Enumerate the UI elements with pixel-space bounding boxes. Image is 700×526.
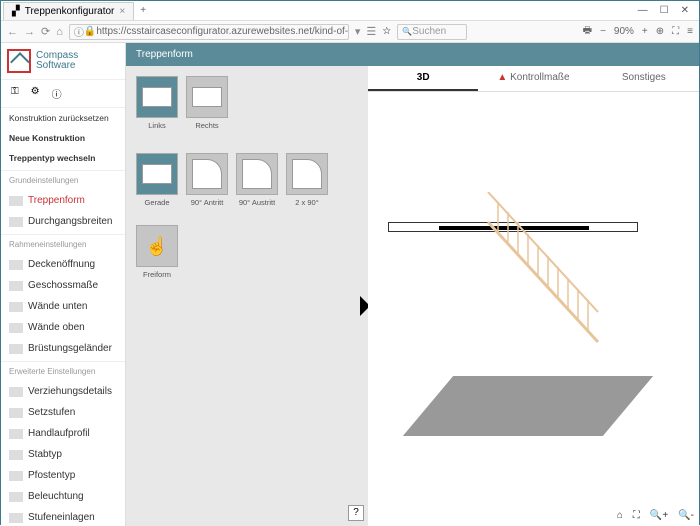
sidebar-inlay[interactable]: Stufeneinlagen (1, 507, 125, 526)
width-icon (9, 217, 23, 227)
reader-icon[interactable]: ☰ (366, 25, 376, 38)
wall-icon (9, 323, 23, 333)
shape-panel: Links Rechts Gerade 90° Antritt 90° Aust… (126, 66, 366, 526)
sidebar-warp[interactable]: Verziehungsdetails (1, 381, 125, 402)
tab-close-icon[interactable]: × (119, 6, 125, 17)
shape-gerade[interactable] (136, 153, 178, 195)
menu-icon[interactable]: ≡ (687, 26, 693, 37)
balustrade-icon (9, 344, 23, 354)
tab-control[interactable]: ▲ Kontrollmaße (478, 66, 588, 91)
sidebar-baluster[interactable]: Stabtyp (1, 444, 125, 465)
info-icon[interactable]: ⓘ (52, 86, 62, 101)
help-button[interactable]: ? (348, 505, 364, 521)
staircase-3d (428, 192, 628, 392)
warp-icon (9, 387, 23, 397)
dropdown-icon[interactable]: ▾ (355, 25, 361, 38)
logo: CompassSoftware (1, 43, 125, 80)
sidebar-new[interactable]: Neue Konstruktion (1, 128, 125, 148)
key-icon[interactable]: ⚿ (11, 86, 19, 101)
plus-icon[interactable]: + (642, 26, 648, 37)
tab-title: Treppenkonfigurator (25, 6, 115, 17)
minus-icon[interactable]: − (600, 26, 606, 37)
maximize-icon[interactable]: ☐ (660, 5, 669, 16)
home-icon[interactable]: ⌂ (56, 26, 63, 38)
3d-canvas[interactable]: ? ⌂ ⛶ 🔍+ 🔍- (368, 92, 699, 526)
inlay-icon (9, 513, 23, 523)
star-icon[interactable]: ☆ (382, 26, 391, 37)
wall-icon (9, 302, 23, 312)
tab-other[interactable]: Sonstiges (589, 66, 699, 91)
riser-icon (9, 408, 23, 418)
info-icon: ⓘ (74, 24, 84, 39)
section-frame: Rahmeneinstellungen (1, 234, 125, 254)
back-icon[interactable]: ← (7, 26, 18, 38)
reload-icon[interactable]: ⟳ (41, 25, 50, 38)
sidebar-ceiling[interactable]: Deckenöffnung (1, 254, 125, 275)
url-text: https://csstaircaseconfigurator.azureweb… (96, 26, 349, 37)
floor-icon (9, 281, 23, 291)
sidebar-change-type[interactable]: Treppentyp wechseln (1, 148, 125, 168)
gear-icon[interactable]: ⚙ (31, 86, 40, 101)
light-icon (9, 492, 23, 502)
sidebar-light[interactable]: Beleuchtung (1, 486, 125, 507)
compass-logo-icon (7, 49, 31, 73)
print-icon[interactable]: 🖶 (583, 23, 592, 40)
sidebar: CompassSoftware ⚿ ⚙ ⓘ Konstruktion zurüc… (1, 43, 126, 526)
minimize-icon[interactable]: — (638, 5, 648, 16)
baluster-icon (9, 450, 23, 460)
sidebar-durchgang[interactable]: Durchgangsbreiten (1, 211, 125, 232)
sidebar-risers[interactable]: Setzstufen (1, 402, 125, 423)
zoom-out-icon[interactable]: 🔍- (678, 510, 694, 521)
sidebar-floor[interactable]: Geschossmaße (1, 275, 125, 296)
tab-3d[interactable]: 3D (368, 66, 478, 91)
url-bar: ← → ⟳ ⌂ ⓘ 🔒 https://csstaircaseconfigura… (1, 21, 699, 43)
shape-2x90[interactable] (286, 153, 328, 195)
shape-rechts[interactable] (186, 76, 228, 118)
shape-freiform[interactable]: ☝ (136, 225, 178, 267)
section-basic: Grundeinstellungen (1, 170, 125, 190)
zoom-in-icon[interactable]: 🔍+ (650, 510, 668, 521)
warning-icon: ▲ (497, 72, 507, 83)
sidebar-treppenform[interactable]: Treppenform (1, 190, 125, 211)
ceiling-icon (9, 260, 23, 270)
fullscreen-icon[interactable]: ⛶ (672, 26, 679, 37)
close-icon[interactable]: ✕ (681, 5, 689, 16)
form-icon (9, 196, 23, 206)
sidebar-handrail[interactable]: Handlaufprofil (1, 423, 125, 444)
forward-icon: → (24, 26, 35, 38)
sidebar-balustrade[interactable]: Brüstungsgeländer (1, 338, 125, 359)
new-tab-button[interactable]: + (134, 5, 152, 16)
sidebar-post[interactable]: Pfostentyp (1, 465, 125, 486)
home-view-icon[interactable]: ⌂ (617, 510, 623, 521)
section-ext: Erweiterte Einstellungen (1, 361, 125, 381)
shape-90-antritt[interactable] (186, 153, 228, 195)
panel-header: Treppenform (126, 43, 699, 66)
sidebar-walls-lower[interactable]: Wände unten (1, 296, 125, 317)
expand-icon[interactable]: ⛶ (633, 510, 640, 521)
lock-icon: 🔒 (84, 26, 96, 37)
shape-90-austritt[interactable] (236, 153, 278, 195)
download-icon[interactable]: ⊕ (656, 26, 664, 37)
post-icon (9, 471, 23, 481)
sidebar-walls-upper[interactable]: Wände oben (1, 317, 125, 338)
search-input[interactable]: 🔍 Suchen (397, 24, 467, 40)
shape-links[interactable] (136, 76, 178, 118)
url-input[interactable]: ⓘ 🔒 https://csstaircaseconfigurator.azur… (69, 24, 349, 40)
handrail-icon (9, 429, 23, 439)
preview-panel: 3D ▲ Kontrollmaße Sonstiges (368, 66, 699, 526)
zoom-level: 90% (614, 26, 634, 37)
hand-icon: ☝ (146, 236, 168, 257)
sidebar-reset[interactable]: Konstruktion zurücksetzen (1, 108, 125, 128)
tab-favicon: ▞ (12, 6, 20, 17)
browser-titlebar: ▞ Treppenkonfigurator × + — ☐ ✕ (1, 1, 699, 21)
browser-tab[interactable]: ▞ Treppenkonfigurator × (3, 2, 134, 20)
